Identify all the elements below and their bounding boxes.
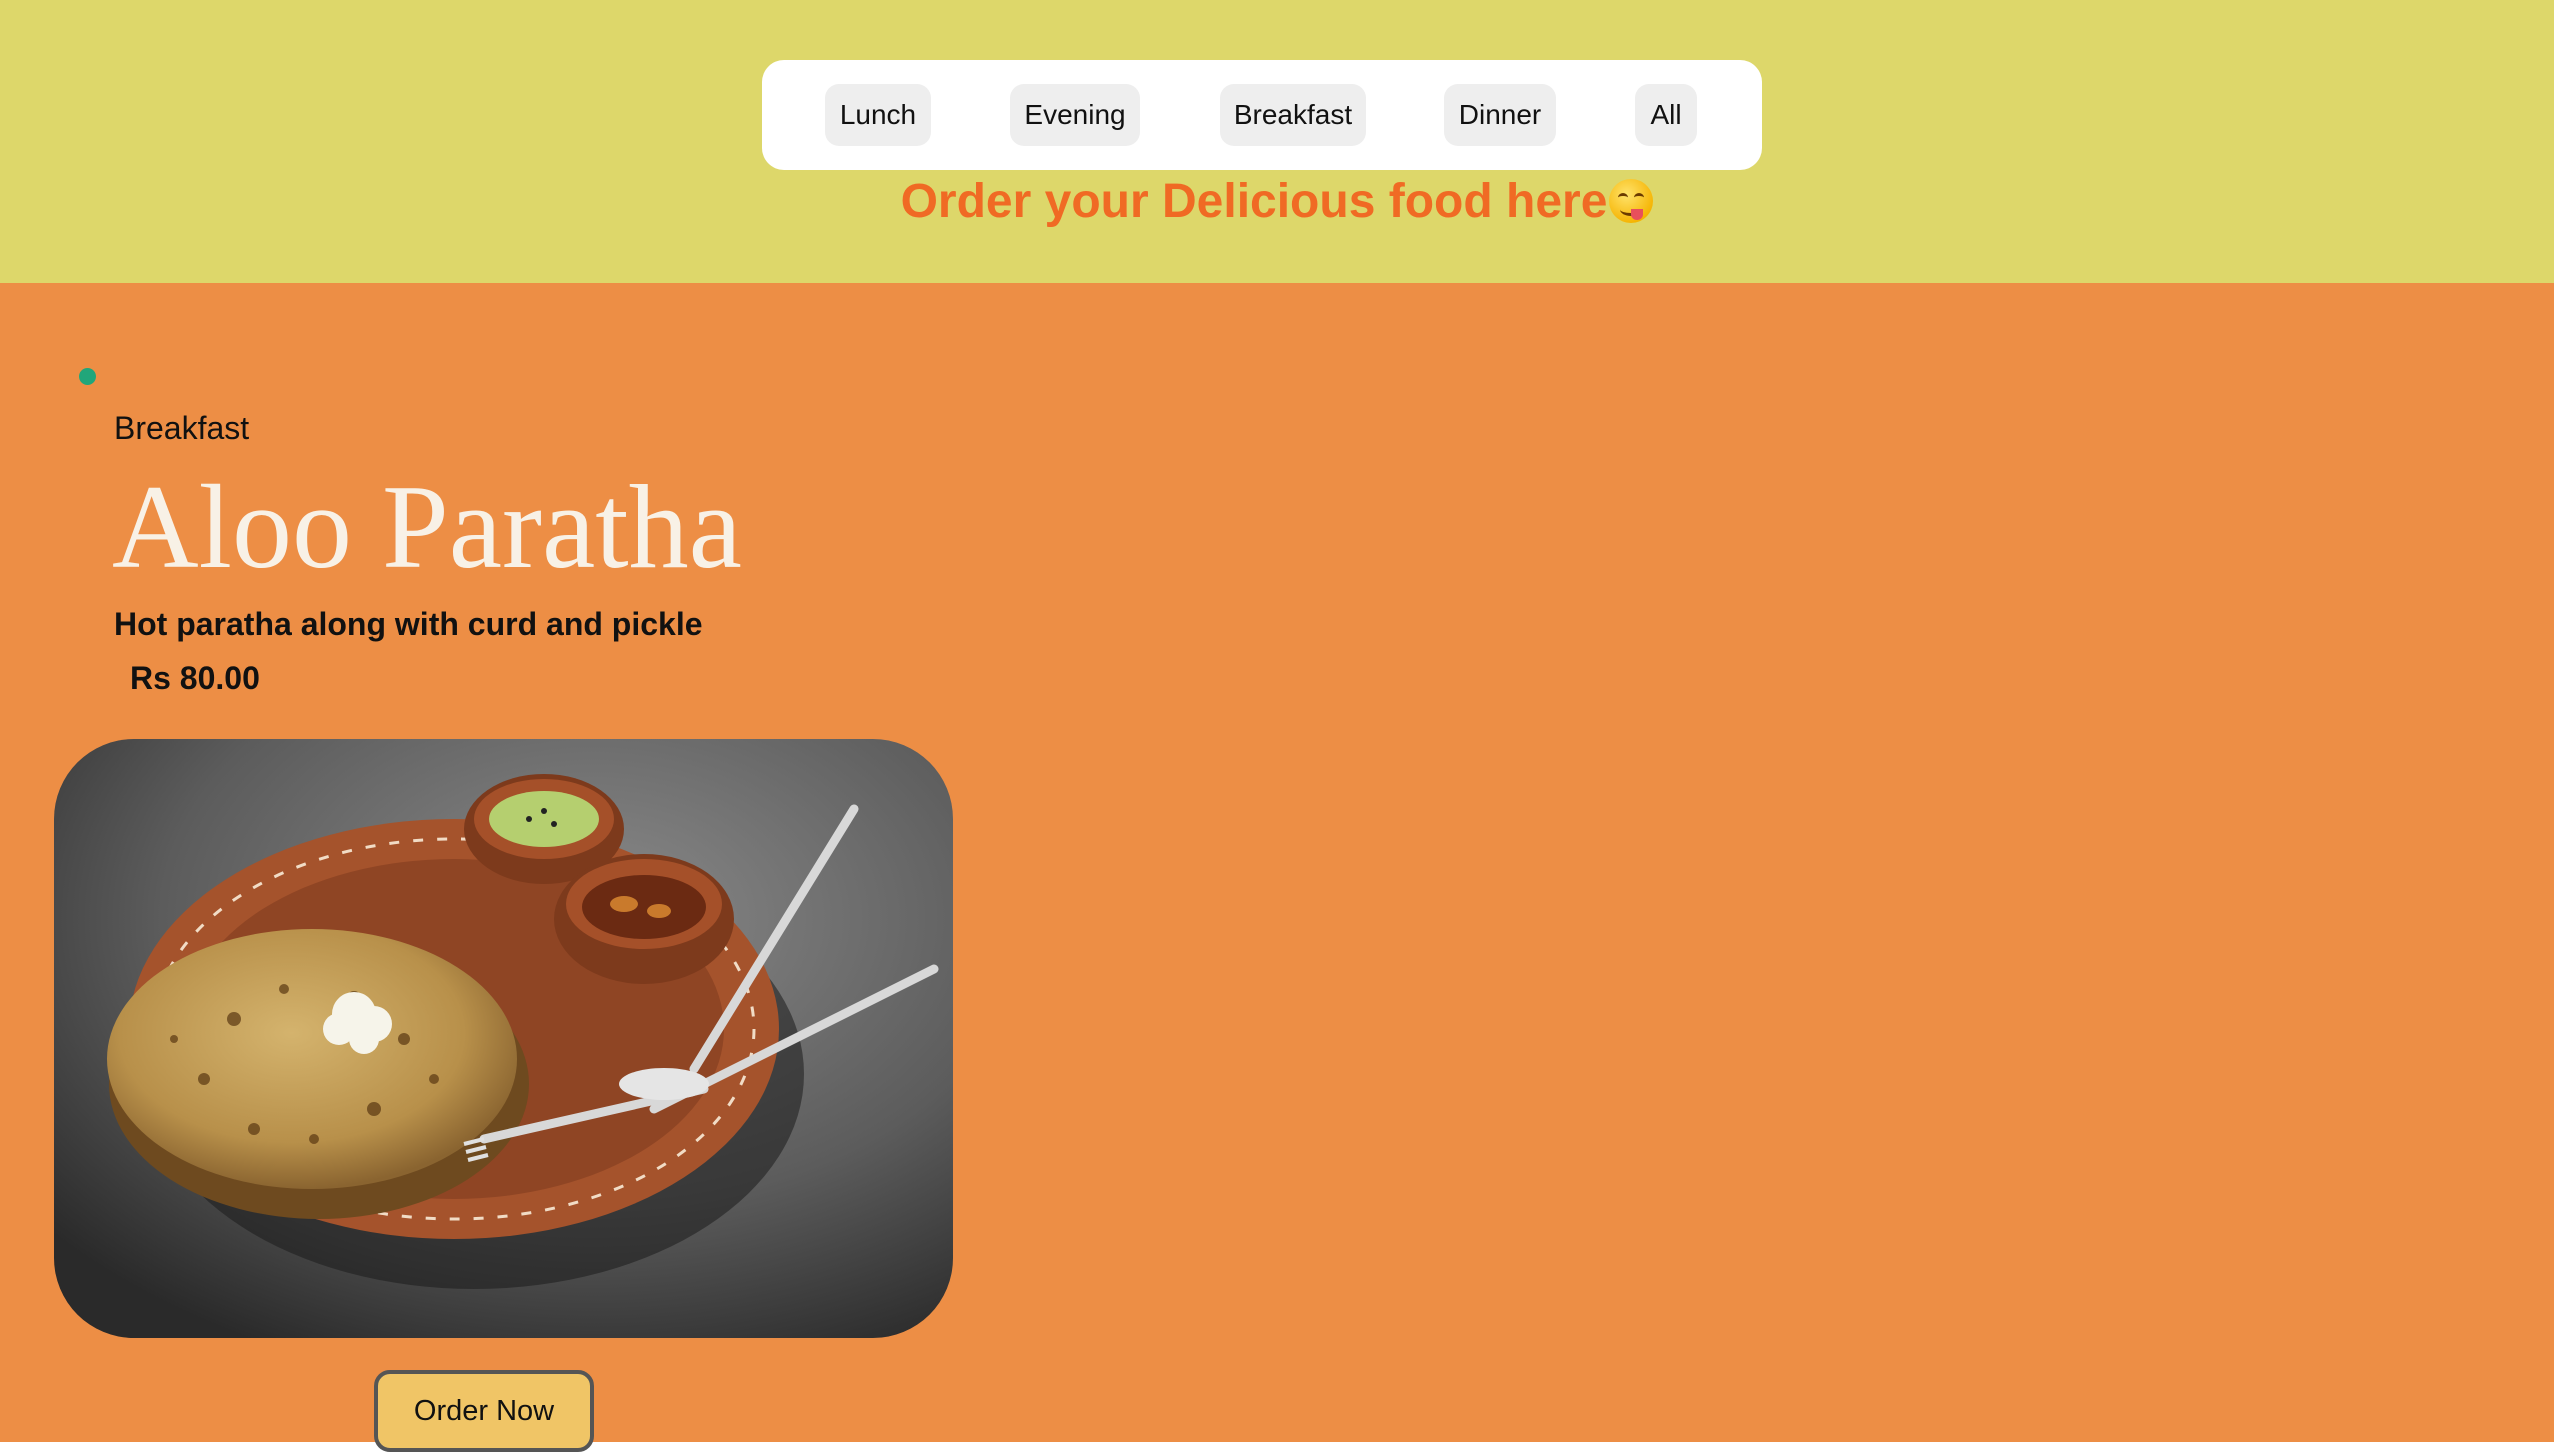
order-now-button[interactable]: Order Now <box>374 1370 594 1452</box>
face-savoring-food-icon <box>1609 179 1654 223</box>
aloo-paratha-image <box>54 739 953 1338</box>
item-price: Rs 80.00 <box>130 660 260 696</box>
headline-text: Order your Delicious food here <box>900 175 1608 228</box>
filter-lunch-button[interactable]: Lunch <box>825 84 931 146</box>
category-filter-bar: Lunch Evening Breakfast Dinner All <box>762 60 1762 170</box>
item-category: Breakfast <box>114 410 250 446</box>
filter-evening-button[interactable]: Evening <box>1010 84 1140 146</box>
page-headline: Order your Delicious food here <box>0 170 2554 234</box>
item-description: Hot paratha along with curd and pickle <box>114 606 703 642</box>
list-bullet-icon <box>79 368 96 385</box>
filter-breakfast-button[interactable]: Breakfast <box>1220 84 1366 146</box>
item-title: Aloo Paratha <box>112 460 742 593</box>
filter-all-button[interactable]: All <box>1635 84 1697 146</box>
filter-dinner-button[interactable]: Dinner <box>1444 84 1556 146</box>
page-header: Lunch Evening Breakfast Dinner All Order… <box>0 0 2554 283</box>
